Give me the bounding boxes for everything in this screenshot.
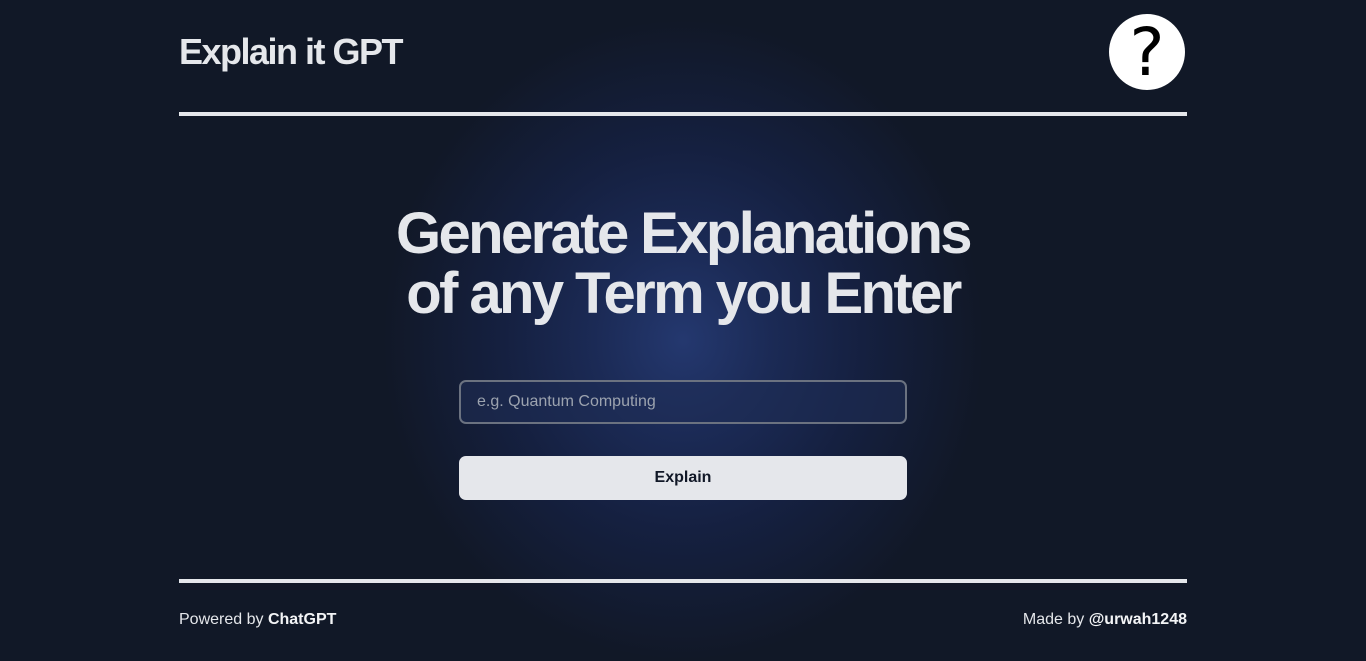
question-mark-icon: ? xyxy=(1129,14,1165,91)
chatgpt-link[interactable]: ChatGPT xyxy=(268,611,336,628)
powered-by: Powered by ChatGPT xyxy=(179,610,336,630)
made-by-label: Made by xyxy=(1022,611,1089,628)
help-button[interactable]: ? xyxy=(1109,14,1185,90)
term-input[interactable] xyxy=(459,380,907,424)
brand-title[interactable]: Explain it GPT xyxy=(179,30,404,74)
site-header: Explain it GPT ? xyxy=(179,0,1187,113)
header-divider xyxy=(179,112,1187,116)
headline-line-1: Generate Explanations xyxy=(396,201,973,266)
headline-line-2: of any Term you Enter xyxy=(406,261,962,326)
powered-by-label: Powered by xyxy=(179,611,268,628)
author-link[interactable]: @urwah1248 xyxy=(1089,611,1187,628)
explain-button[interactable]: Explain xyxy=(459,456,907,500)
made-by: Made by @urwah1248 xyxy=(1023,610,1187,630)
footer-divider xyxy=(179,579,1187,583)
page-headline: Generate Explanations of any Term you En… xyxy=(283,204,1083,324)
